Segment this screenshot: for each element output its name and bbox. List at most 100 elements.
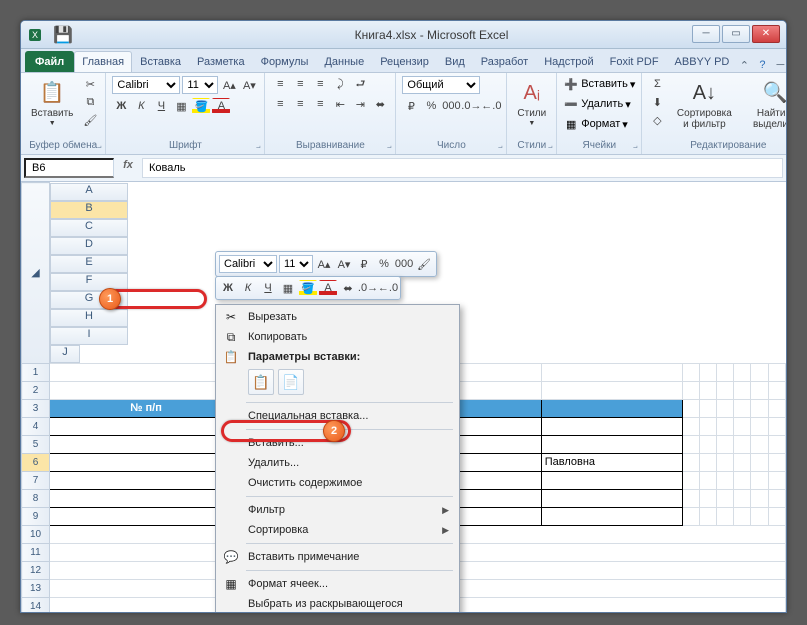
mini-comma-icon[interactable]: 000 — [395, 256, 413, 272]
styles-button[interactable]: Aᵢ Стили▼ — [513, 76, 550, 131]
ctx-sort[interactable]: Сортировка▶ — [218, 520, 457, 540]
tab-file[interactable]: Файл — [25, 51, 74, 72]
select-all-corner[interactable]: ◢ — [22, 183, 50, 364]
clear-icon[interactable]: ◇ — [648, 112, 666, 128]
col-header-D[interactable]: D — [50, 237, 128, 255]
ctx-copy[interactable]: ⧉Копировать — [218, 327, 457, 347]
shrink-font-icon[interactable]: A▾ — [240, 77, 258, 93]
align-center-icon[interactable]: ≡ — [291, 96, 309, 112]
decrease-indent-icon[interactable]: ⇤ — [331, 96, 349, 112]
qat-save-icon[interactable]: 💾 — [49, 25, 77, 45]
border-icon[interactable]: ▦ — [172, 98, 190, 114]
help-icon[interactable]: ? — [755, 59, 769, 72]
col-header-A[interactable]: A — [50, 183, 128, 201]
mini-format-painter-icon[interactable]: 🖌 — [415, 256, 433, 272]
paste-option-values[interactable]: 📄 — [278, 369, 304, 395]
mini-size-select[interactable]: 11 — [279, 255, 313, 273]
increase-decimal-icon[interactable]: .0→ — [462, 98, 480, 114]
grow-font-icon[interactable]: A▴ — [220, 77, 238, 93]
copy-icon[interactable]: ⧉ — [81, 94, 99, 110]
formula-input[interactable] — [142, 158, 783, 178]
col-header-H[interactable]: H — [50, 309, 128, 327]
row-header[interactable]: 3 — [22, 399, 50, 417]
row-header[interactable]: 11 — [22, 543, 50, 561]
font-color-icon[interactable]: A — [212, 98, 230, 114]
mini-font-select[interactable]: Calibri — [219, 255, 277, 273]
row-header[interactable]: 12 — [22, 561, 50, 579]
paste-option-all[interactable]: 📋 — [248, 369, 274, 395]
doc-minimize-icon[interactable]: ─ — [773, 59, 787, 72]
align-left-icon[interactable]: ≡ — [271, 96, 289, 112]
row-header[interactable]: 5 — [22, 435, 50, 453]
row-header[interactable]: 10 — [22, 525, 50, 543]
number-format-select[interactable]: Общий — [402, 76, 480, 94]
mini-border-icon[interactable]: ▦ — [279, 280, 297, 296]
underline-button[interactable]: Ч — [152, 98, 170, 114]
close-button[interactable]: ✕ — [752, 25, 780, 43]
orientation-icon[interactable]: ⤸ — [331, 76, 349, 92]
paste-button[interactable]: 📋 Вставить▼ — [27, 76, 77, 131]
tab-addins[interactable]: Надстрой — [536, 51, 601, 72]
col-header-C[interactable]: C — [50, 219, 128, 237]
currency-icon[interactable]: ₽ — [402, 98, 420, 114]
ctx-clear[interactable]: Очистить содержимое — [218, 473, 457, 493]
mini-grow-icon[interactable]: A▴ — [315, 256, 333, 272]
name-box[interactable] — [24, 158, 114, 178]
fx-icon[interactable]: fx — [117, 155, 139, 181]
tab-data[interactable]: Данные — [316, 51, 372, 72]
merge-icon[interactable]: ⬌ — [371, 96, 389, 112]
cell[interactable]: 5 — [50, 489, 243, 507]
format-painter-icon[interactable]: 🖌 — [81, 112, 99, 128]
ctx-comment[interactable]: 💬Вставить примечание — [218, 547, 457, 567]
fill-color-icon[interactable]: 🪣 — [192, 98, 210, 114]
row-header[interactable]: 9 — [22, 507, 50, 525]
mini-fill-icon[interactable]: 🪣 — [299, 280, 317, 296]
ribbon-minimize-icon[interactable]: ⌃ — [737, 59, 751, 72]
cell[interactable]: 2 — [50, 435, 243, 453]
row-header[interactable]: 13 — [22, 579, 50, 597]
col-header-I[interactable]: I — [50, 327, 128, 345]
increase-indent-icon[interactable]: ⇥ — [351, 96, 369, 112]
ctx-filter[interactable]: Фильтр▶ — [218, 500, 457, 520]
align-top-icon[interactable]: ≡ — [271, 76, 289, 92]
tab-view[interactable]: Вид — [437, 51, 473, 72]
ctx-delete[interactable]: Удалить... — [218, 453, 457, 473]
row-header[interactable]: 1 — [22, 363, 50, 381]
cell[interactable]: 6 — [50, 507, 243, 525]
align-middle-icon[interactable]: ≡ — [291, 76, 309, 92]
font-size-select[interactable]: 11 — [182, 76, 218, 94]
tab-insert[interactable]: Вставка — [132, 51, 189, 72]
cell[interactable]: 3 — [50, 453, 243, 471]
mini-underline[interactable]: Ч — [259, 280, 277, 296]
cells-format-button[interactable]: ▦Формат ▾ — [563, 116, 628, 132]
ctx-cut[interactable]: ✂Вырезать — [218, 307, 457, 327]
tab-review[interactable]: Рецензир — [372, 51, 437, 72]
comma-icon[interactable]: 000 — [442, 98, 460, 114]
percent-icon[interactable]: % — [422, 98, 440, 114]
tab-formulas[interactable]: Формулы — [253, 51, 317, 72]
mini-shrink-icon[interactable]: A▾ — [335, 256, 353, 272]
row-header[interactable]: 14 — [22, 597, 50, 612]
table-header[interactable]: № п/п — [50, 399, 243, 417]
italic-button[interactable]: К — [132, 98, 150, 114]
cell[interactable]: 4 — [50, 471, 243, 489]
sort-filter-button[interactable]: A↓ Сортировка и фильтр — [670, 76, 738, 133]
row-header[interactable]: 7 — [22, 471, 50, 489]
tab-abbyy[interactable]: ABBYY PD — [667, 51, 738, 72]
col-header-B[interactable]: B — [50, 201, 128, 219]
mini-decinc-icon[interactable]: .0→ — [359, 280, 377, 296]
minimize-button[interactable]: ─ — [692, 25, 720, 43]
tab-home[interactable]: Главная — [74, 51, 132, 72]
worksheet-grid[interactable]: ◢ A B C D E F G H I J 1 2 3 № п/п Фамили… — [21, 182, 786, 612]
font-name-select[interactable]: Calibri — [112, 76, 180, 94]
mini-fontcolor-icon[interactable]: A — [319, 280, 337, 296]
row-header[interactable]: 4 — [22, 417, 50, 435]
mini-currency-icon[interactable]: ₽ — [355, 256, 373, 272]
mini-decdec-icon[interactable]: ←.0 — [379, 280, 397, 296]
tab-foxit[interactable]: Foxit PDF — [602, 51, 667, 72]
col-header-J[interactable]: J — [50, 345, 80, 363]
cut-icon[interactable]: ✂ — [81, 76, 99, 92]
table-header[interactable] — [541, 399, 682, 417]
row-header[interactable]: 8 — [22, 489, 50, 507]
align-bottom-icon[interactable]: ≡ — [311, 76, 329, 92]
